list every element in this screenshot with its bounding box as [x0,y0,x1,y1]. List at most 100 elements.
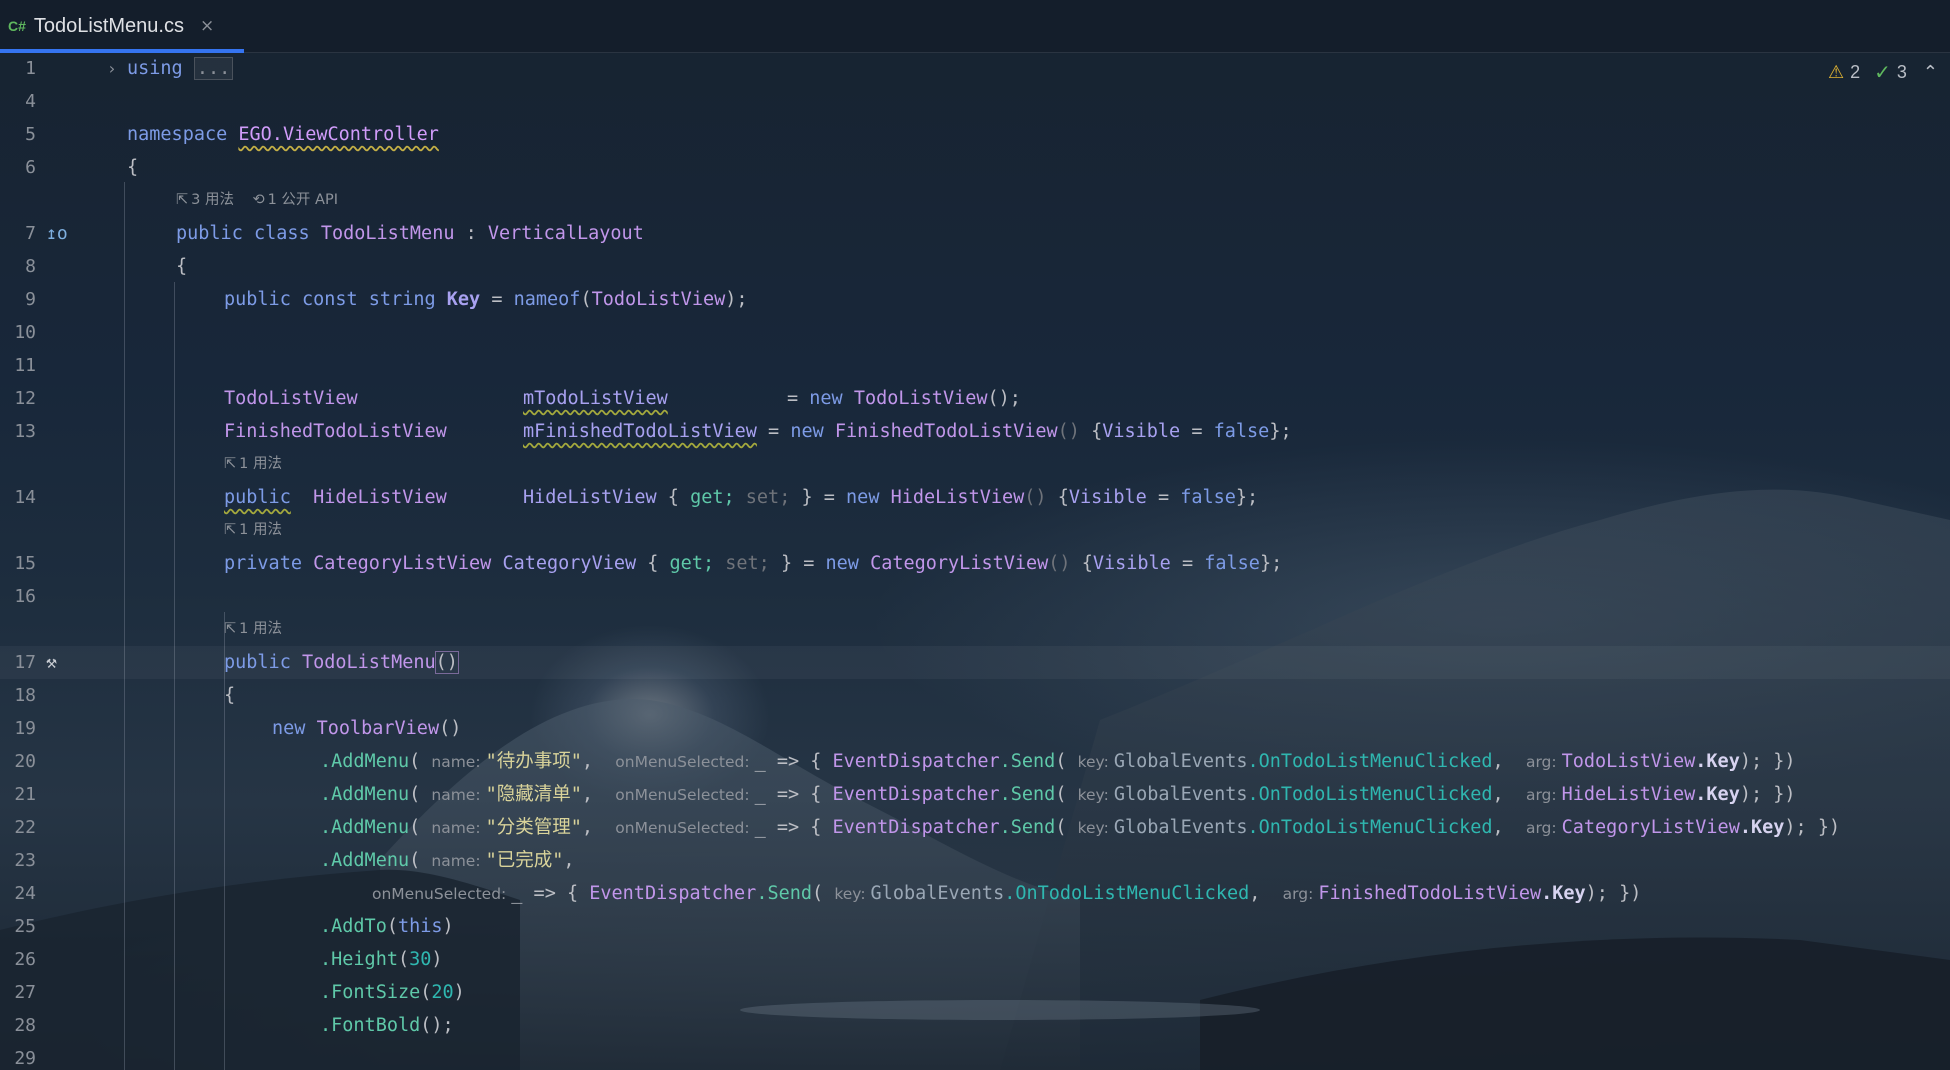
code-text: .AddMenu( name: "分类管理", onMenuSelected: _ … [320,817,1841,838]
line-number: 17 [14,652,36,673]
code-line: 23 .AddMenu( name: "已完成", [0,844,1950,877]
code-line: 16 [0,580,1950,613]
code-text: private CategoryListView CategoryView { … [224,553,1283,574]
line-number: 21 [14,784,36,805]
line-number: 16 [14,586,36,607]
collapsed-region[interactable]: ... [193,57,234,80]
editor-tab-bar: C# TodoListMenu.cs × [0,0,1950,53]
code-line: 12 TodoListView mTodoListView = new Todo… [0,382,1950,415]
line-number: 20 [14,751,36,772]
code-line: 28 .FontBold(); [0,1009,1950,1042]
line-number: 28 [14,1015,36,1036]
csharp-file-icon: C# [8,18,26,34]
code-line: 27 .FontSize(20) [0,976,1950,1009]
line-number: 26 [14,949,36,970]
inlay-hint-line: ⇱ 1 用法 [0,448,1950,481]
chevron-right-icon[interactable]: › [107,52,117,85]
line-number: 15 [14,553,36,574]
line-number: 7 [25,223,36,244]
inspection-widget[interactable]: ⚠ 2 ✓ 3 ⌃ [1828,60,1938,85]
line-number: 29 [14,1048,36,1069]
code-text: public HideListView [224,487,447,508]
code-text: .Height(30) [320,949,443,970]
hammer-icon[interactable]: ⚒ [46,646,57,679]
code-line: 21 .AddMenu( name: "隐藏清单", onMenuSelected… [0,778,1950,811]
code-line: 8 { [0,250,1950,283]
code-line: 24 onMenuSelected: _ => { EventDispatcher… [0,877,1950,910]
code-text: HideListView { get; set; } = new HideLis… [523,487,1259,508]
line-number: 13 [14,421,36,442]
line-number: 24 [14,883,36,904]
codevision-hint[interactable]: ⇱ 1 用法 [224,613,282,646]
code-line: 5 namespace EGO.ViewController [0,118,1950,151]
code-line: 13 FinishedTodoListView mFinishedTodoLis… [0,415,1950,448]
line-number: 23 [14,850,36,871]
line-number: 8 [25,256,36,277]
line-number: 1 [25,58,36,79]
usages-icon: ⇱ [176,192,189,208]
code-text: .FontBold(); [320,1015,454,1036]
code-line: 11 [0,349,1950,382]
code-line: 9 public const string Key = nameof(TodoL… [0,283,1950,316]
line-number: 18 [14,685,36,706]
warning-icon: ⚠ [1827,62,1845,82]
code-line: 19 new ToolbarView() [0,712,1950,745]
inlay-hint-line: ⇱ 3 用法 ⟲ 1 公开 API [0,184,1950,217]
code-line: 25 .AddTo(this) [0,910,1950,943]
codevision-hint[interactable]: ⇱ 3 用法 ⟲ 1 公开 API [176,184,338,217]
tab-title: TodoListMenu.cs [33,14,184,37]
code-line: 7 ↥o public class TodoListMenu : Vertica… [0,217,1950,250]
codevision-hint[interactable]: ⇱ 1 用法 [224,514,282,547]
code-text: .AddMenu( name: "待办事项", onMenuSelected: _ … [320,751,1796,772]
code-text: new ToolbarView() [272,718,462,739]
line-number: 4 [25,91,36,112]
code-text: mTodoListView [523,388,668,409]
code-text: { [176,256,188,277]
code-line: 14 public HideListView HideListView { ge… [0,481,1950,514]
api-icon: ⟲ [252,192,265,208]
chevron-up-icon[interactable]: ⌃ [1923,62,1938,83]
code-line-current: 17 ⚒ public TodoListMenu() [0,646,1950,679]
close-icon[interactable]: × [200,16,214,36]
warning-count: 2 [1850,62,1861,82]
code-text: public const string Key = nameof(TodoLis… [224,289,748,310]
check-icon: ✓ [1874,62,1891,84]
code-line: 29 [0,1042,1950,1070]
line-number: 5 [25,124,36,145]
code-text: onMenuSelected: _ => { EventDispatcher.Se… [372,883,1642,904]
code-line: 22 .AddMenu( name: "分类管理", onMenuSelected… [0,811,1950,844]
code-text: = new TodoListView(); [787,388,1021,409]
code-text: { [224,685,236,706]
line-number: 25 [14,916,36,937]
line-number: 6 [25,157,36,178]
line-number: 14 [14,487,36,508]
usages-icon: ⇱ [224,456,237,472]
codevision-hint[interactable]: ⇱ 1 用法 [224,448,282,481]
code-text: .FontSize(20) [320,982,465,1003]
code-text: namespace EGO.ViewController [127,124,439,145]
ok-count: 3 [1896,62,1907,82]
code-area[interactable]: 1 › using ... 4 5 namespace EGO.ViewCont… [0,52,1950,1070]
line-number: 11 [14,355,36,376]
code-editor[interactable]: C# TodoListMenu.cs × ⚠ 2 ✓ 3 ⌃ 1 › using… [0,0,1950,1070]
code-text: mFinishedTodoListView = new FinishedTodo… [523,421,1292,442]
code-text: public TodoListMenu() [224,651,459,674]
code-line: 26 .Height(30) [0,943,1950,976]
code-line: 1 › using ... [0,52,1950,85]
code-text: public class TodoListMenu : VerticalLayo… [176,223,644,244]
inlay-hint-line: ⇱ 1 用法 [0,514,1950,547]
implements-icon[interactable]: ↥o [46,217,68,250]
code-text: using ... [127,52,234,85]
code-line: 18 { [0,679,1950,712]
code-text: { [127,157,139,178]
code-line: 6 { [0,151,1950,184]
line-number: 9 [25,289,36,310]
code-line: 15 private CategoryListView CategoryView… [0,547,1950,580]
code-text: .AddTo(this) [320,916,454,937]
code-text: .AddMenu( name: "已完成", [320,850,575,871]
code-line: 10 [0,316,1950,349]
inlay-hint-line: ⇱ 1 用法 [0,613,1950,646]
usages-icon: ⇱ [224,621,237,637]
code-line: 4 [0,85,1950,118]
tab-todolistmenu[interactable]: C# TodoListMenu.cs × [0,0,244,53]
